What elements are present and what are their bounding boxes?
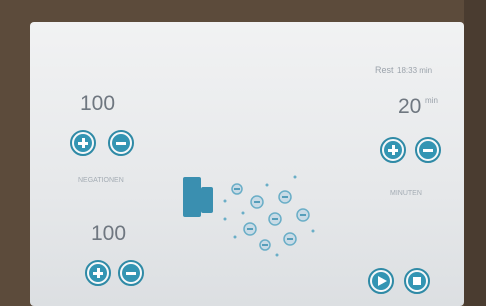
play-icon bbox=[372, 272, 390, 290]
decrease-button-bottom[interactable] bbox=[118, 260, 144, 286]
increase-button-bottom[interactable] bbox=[85, 260, 111, 286]
touch-screen: Rest 18:33 min 100 NEGATIONEN 100 20 min… bbox=[30, 22, 464, 306]
duration-unit: min bbox=[425, 96, 438, 105]
duration-value: 20 bbox=[398, 95, 422, 118]
minus-icon bbox=[112, 134, 130, 152]
minus-icon bbox=[419, 141, 437, 159]
ion-emitter-icon bbox=[183, 175, 315, 257]
duration-increase-button[interactable] bbox=[380, 137, 406, 163]
minus-icon bbox=[122, 264, 140, 282]
emitter-device bbox=[183, 177, 213, 217]
ion-particles bbox=[231, 183, 310, 251]
device-bezel-left bbox=[0, 0, 30, 306]
duration-decrease-button[interactable] bbox=[415, 137, 441, 163]
device-bezel-right bbox=[464, 0, 486, 306]
rest-label: Rest bbox=[375, 65, 394, 75]
stop-button[interactable] bbox=[404, 268, 430, 294]
level-label-top: NEGATIONEN bbox=[78, 177, 124, 184]
level-value-bottom: 100 bbox=[91, 222, 127, 245]
device-bezel-top bbox=[0, 0, 486, 22]
plus-icon bbox=[74, 134, 92, 152]
increase-button-top[interactable] bbox=[70, 130, 96, 156]
duration-label: MINUTEN bbox=[390, 190, 422, 197]
decrease-button-top[interactable] bbox=[108, 130, 134, 156]
level-value-top: 100 bbox=[80, 92, 116, 115]
plus-icon bbox=[89, 264, 107, 282]
rest-time: 18:33 min bbox=[397, 66, 433, 75]
play-button[interactable] bbox=[368, 268, 394, 294]
stop-icon bbox=[408, 272, 426, 290]
plus-icon bbox=[384, 141, 402, 159]
